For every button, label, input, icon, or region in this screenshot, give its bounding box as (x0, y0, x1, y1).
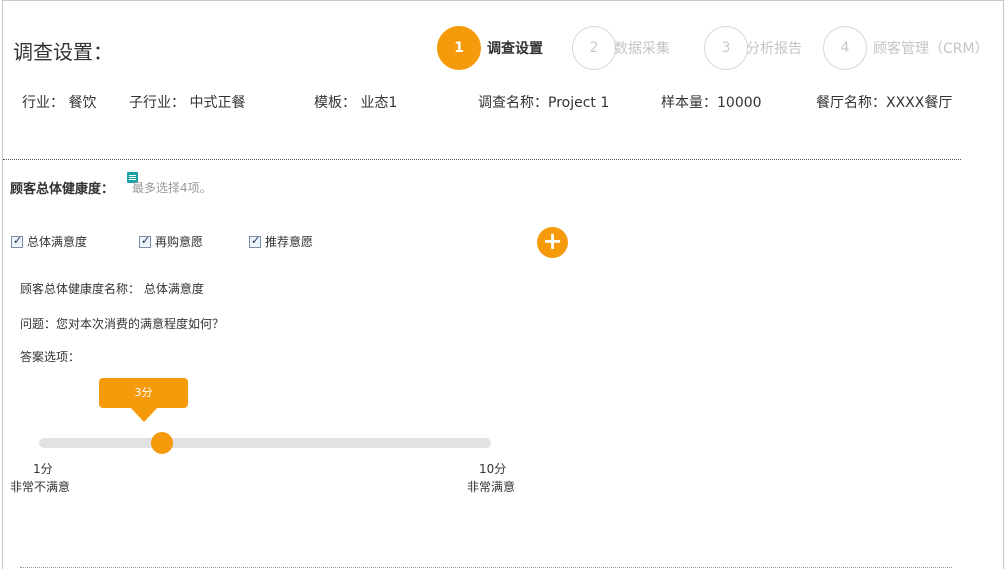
section-title: 顾客总体健康度： (10, 182, 115, 197)
checkbox[interactable] (249, 234, 261, 248)
question-text: 问题：您对本次消费的满意程度如何？ (20, 317, 225, 331)
checkbox[interactable] (139, 234, 151, 248)
option-label: 总体满意度 (27, 235, 88, 249)
step-label: 调查设置 (487, 41, 543, 57)
option-recommend-intent[interactable]: 推荐意愿 (249, 233, 313, 250)
step-number: 3 (704, 26, 748, 70)
slider-max-label: 10分 (479, 462, 507, 476)
step-data-collection[interactable]: 2 数据采集 (572, 26, 670, 70)
slider-track[interactable] (39, 438, 491, 448)
section-hint: 最多选择4项。 (132, 181, 212, 195)
step-number: 1 (437, 26, 481, 70)
sub-industry-info: 子行业： 中式正餐 (129, 95, 246, 111)
option-repurchase-intent[interactable]: 再购意愿 (139, 233, 203, 250)
step-number: 2 (572, 26, 616, 70)
step-label: 分析报告 (746, 41, 802, 57)
template-info: 模板： 业态1 (314, 95, 398, 111)
bottom-divider (20, 567, 952, 568)
tooltip-arrow (129, 406, 159, 422)
step-survey-settings[interactable]: 1 调查设置 (437, 26, 543, 70)
slider-value-tooltip: 3分 (99, 378, 188, 408)
step-label: 数据采集 (614, 41, 670, 57)
slider-thumb[interactable] (150, 432, 173, 454)
restaurant-info: 餐厅名称：XXXX餐厅 (816, 95, 953, 111)
add-option-button[interactable]: + (537, 227, 568, 258)
step-number: 4 (823, 26, 867, 70)
slider-max-desc: 非常满意 (467, 480, 516, 494)
option-label: 再购意愿 (155, 235, 204, 249)
step-label: 顾客管理（CRM） (873, 41, 989, 57)
option-overall-satisfaction[interactable]: 总体满意度 (11, 233, 87, 250)
survey-name-info: 调查名称：Project 1 (478, 95, 610, 111)
checkbox[interactable] (11, 234, 23, 248)
option-label: 推荐意愿 (265, 235, 314, 249)
industry-info: 行业： 餐饮 (22, 95, 97, 111)
health-name: 顾客总体健康度名称： 总体满意度 (20, 282, 204, 296)
slider-min-desc: 非常不满意 (10, 480, 71, 494)
step-crm[interactable]: 4 顾客管理（CRM） (823, 26, 989, 70)
section-divider (3, 159, 961, 160)
slider-min-label: 1分 (33, 462, 53, 476)
page-title: 调查设置： (13, 40, 113, 64)
answers-label: 答案选项： (20, 350, 81, 364)
step-analysis-report[interactable]: 3 分析报告 (704, 26, 802, 70)
sample-size-info: 样本量：10000 (661, 95, 762, 111)
